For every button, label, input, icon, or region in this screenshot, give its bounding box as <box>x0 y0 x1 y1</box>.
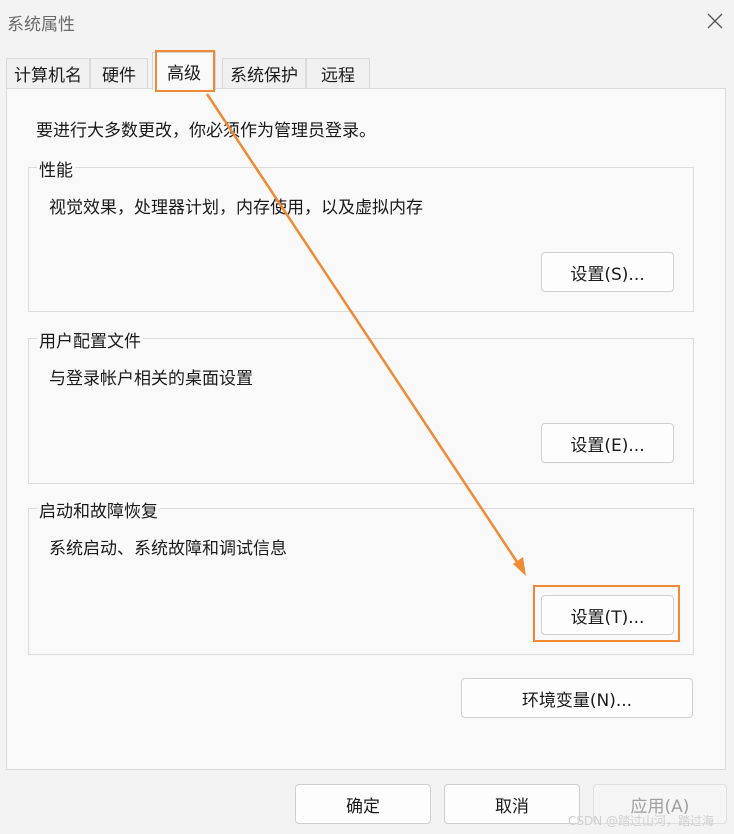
tab-system-protection[interactable]: 系统保护 <box>222 58 306 88</box>
ok-button[interactable]: 确定 <box>295 784 431 824</box>
performance-group-title: 性能 <box>37 156 75 181</box>
startup-recovery-group: 启动和故障恢复 系统启动、系统故障和调试信息 设置(T)... <box>28 497 694 655</box>
user-profiles-settings-button[interactable]: 设置(E)... <box>541 423 674 463</box>
performance-settings-button[interactable]: 设置(S)... <box>541 252 674 292</box>
tab-computer-name[interactable]: 计算机名 <box>6 58 90 88</box>
window-title: 系统属性 <box>7 15 75 35</box>
watermark: CSDN @踏过山河，踏过海 <box>568 814 715 828</box>
user-profiles-group: 用户配置文件 与登录帐户相关的桌面设置 设置(E)... <box>28 327 694 484</box>
startup-recovery-settings-button[interactable]: 设置(T)... <box>541 595 674 635</box>
close-button[interactable] <box>700 6 730 36</box>
performance-description: 视觉效果，处理器计划，内存使用，以及虚拟内存 <box>49 198 423 218</box>
tab-advanced[interactable]: 高级 <box>152 52 216 90</box>
user-profiles-description: 与登录帐户相关的桌面设置 <box>49 369 253 389</box>
performance-group: 性能 视觉效果，处理器计划，内存使用，以及虚拟内存 设置(S)... <box>28 156 694 312</box>
system-properties-window: 系统属性 计算机名 硬件 高级 系统保护 远程 要进行大多数更改，你必须作为管理… <box>0 0 734 834</box>
cancel-button[interactable]: 取消 <box>444 784 580 824</box>
title-bar: 系统属性 <box>0 0 734 44</box>
admin-notice: 要进行大多数更改，你必须作为管理员登录。 <box>36 121 376 141</box>
startup-recovery-group-title: 启动和故障恢复 <box>37 497 160 522</box>
environment-variables-button[interactable]: 环境变量(N)... <box>461 678 693 718</box>
tab-hardware[interactable]: 硬件 <box>90 58 148 88</box>
user-profiles-group-title: 用户配置文件 <box>37 327 143 352</box>
startup-recovery-description: 系统启动、系统故障和调试信息 <box>49 539 287 559</box>
tab-remote[interactable]: 远程 <box>306 58 370 88</box>
close-icon <box>707 13 723 29</box>
